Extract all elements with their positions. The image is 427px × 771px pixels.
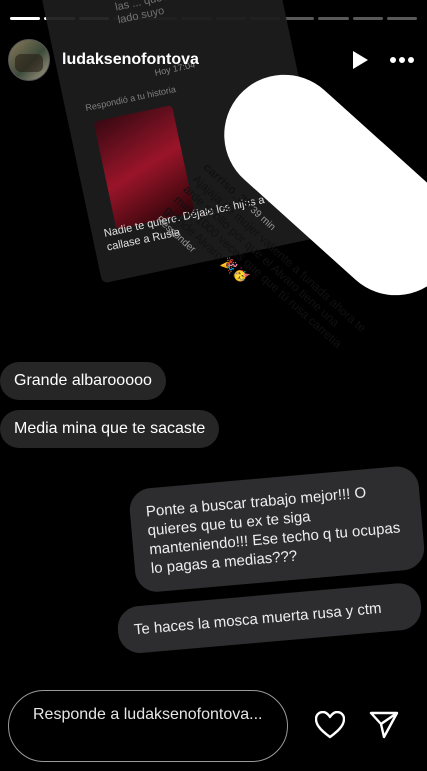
reply-input[interactable]: Responde a ludaksenofontova... (8, 690, 288, 762)
username[interactable]: ludaksenofontova (62, 51, 199, 69)
play-icon[interactable] (345, 45, 375, 75)
message-bubble: Grande albarooooo (0, 362, 166, 400)
more-icon[interactable] (387, 45, 417, 75)
message-bubble: Ponte a buscar trabajo mejor!!! O quiere… (128, 464, 426, 594)
message-bubble: Te haces la mosca muerta rusa y ctm (116, 581, 423, 655)
progress-segment (318, 17, 349, 20)
send-icon[interactable] (367, 708, 401, 742)
message-bubble: Media mina que te sacaste (0, 410, 220, 448)
progress-segment (284, 17, 315, 20)
progress-segment (10, 17, 41, 20)
heart-icon[interactable] (313, 708, 347, 742)
dm-text: Andate pa rusia no los quieren las ... q… (111, 0, 259, 27)
progress-segment (352, 17, 383, 20)
progress-segment (386, 17, 417, 20)
avatar[interactable] (8, 39, 50, 81)
story-header: ludaksenofontova (8, 39, 417, 81)
